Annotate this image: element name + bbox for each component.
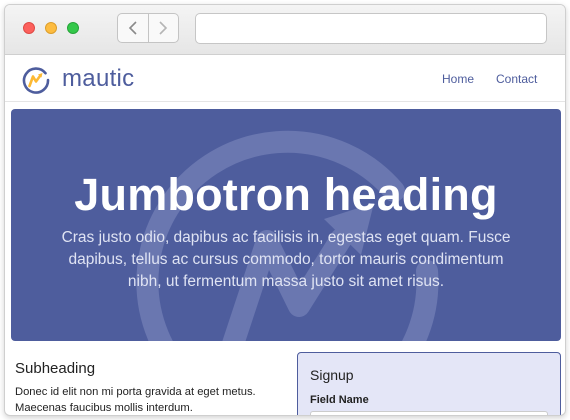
signup-title: Signup <box>310 367 354 383</box>
zoom-window-button[interactable] <box>67 22 79 34</box>
mautic-logo-icon[interactable] <box>21 65 51 95</box>
close-window-button[interactable] <box>23 22 35 34</box>
signup-panel: Signup Field Name <box>297 352 561 415</box>
browser-window: mautic Home Contact Jumbotron heading Cr… <box>4 4 566 416</box>
minimize-window-button[interactable] <box>45 22 57 34</box>
nav-link-contact[interactable]: Contact <box>496 72 537 86</box>
field-input[interactable] <box>310 411 548 415</box>
site-navbar: mautic Home Contact <box>5 56 565 102</box>
subheading: Subheading <box>15 360 96 377</box>
forward-button[interactable] <box>147 14 178 42</box>
chevron-left-icon <box>128 21 137 35</box>
history-buttons <box>117 13 179 43</box>
body-text: Donec id elit non mi porta gravida at eg… <box>15 386 256 414</box>
back-button[interactable] <box>118 14 148 42</box>
jumbotron: Jumbotron heading Cras justo odio, dapib… <box>11 109 561 341</box>
jumbotron-text: Cras justo odio, dapibus ac facilisis in… <box>61 229 511 290</box>
address-bar[interactable] <box>195 13 547 44</box>
field-label: Field Name <box>310 394 369 406</box>
browser-titlebar <box>5 5 565 55</box>
jumbotron-heading: Jumbotron heading <box>74 169 498 220</box>
brand-name[interactable]: mautic <box>62 65 135 93</box>
chevron-right-icon <box>159 21 168 35</box>
nav-link-home[interactable]: Home <box>442 72 474 86</box>
